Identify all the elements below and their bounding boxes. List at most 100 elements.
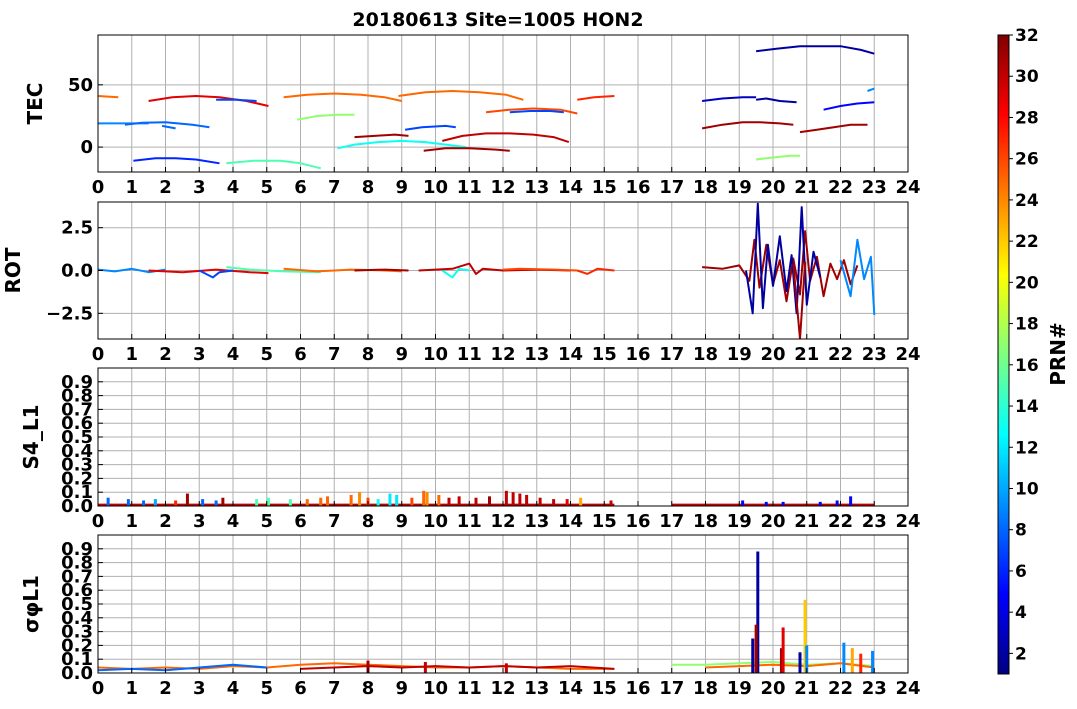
series-prn-5 xyxy=(823,101,875,111)
x-tick-label: 9 xyxy=(395,511,408,532)
series-prn-2 xyxy=(755,97,797,104)
x-tick-label: 16 xyxy=(625,344,650,365)
series-prn-3 xyxy=(701,96,757,102)
x-tick-label: 19 xyxy=(727,177,752,198)
x-tick-label: 3 xyxy=(193,344,206,365)
x-tick-label: 6 xyxy=(294,344,307,365)
series-prn-7 xyxy=(198,269,234,279)
x-tick-label: 17 xyxy=(659,177,684,198)
series-prn-25 xyxy=(98,95,119,99)
x-tick-label: 14 xyxy=(558,344,583,365)
x-tick-label: 20 xyxy=(760,177,785,198)
x-tick-label: 0 xyxy=(92,344,105,365)
data-layer xyxy=(98,45,875,170)
x-tick-label: 23 xyxy=(862,678,887,699)
x-tick-label: 9 xyxy=(395,678,408,699)
x-tick-label: 4 xyxy=(227,511,240,532)
x-tick-label: 11 xyxy=(457,511,482,532)
x-tick-label: 22 xyxy=(828,678,853,699)
x-tick-label: 7 xyxy=(328,344,341,365)
x-tick-label: 18 xyxy=(693,678,718,699)
colorbar-tick-label: 26 xyxy=(1015,150,1039,170)
series-prn-27 xyxy=(577,95,615,101)
colorbar-tick-label: 4 xyxy=(1015,603,1027,623)
series-prn-27 xyxy=(576,267,615,275)
x-tick-label: 24 xyxy=(895,344,920,365)
data-layer xyxy=(98,202,876,339)
colorbar-tick-label: 8 xyxy=(1015,521,1027,541)
x-tick-label: 5 xyxy=(260,511,273,532)
x-tick-label: 19 xyxy=(727,678,752,699)
x-tick-label: 3 xyxy=(193,678,206,699)
x-tick-label: 16 xyxy=(625,511,650,532)
series-prn-31 xyxy=(799,123,868,134)
x-tick-label: 10 xyxy=(423,177,448,198)
y-axis-label: S4_L1 xyxy=(19,405,43,470)
x-tick-label: 7 xyxy=(328,177,341,198)
x-tick-label: 17 xyxy=(659,678,684,699)
x-tick-label: 1 xyxy=(125,511,138,532)
colorbar-tick-label: 30 xyxy=(1015,67,1039,87)
series-prn-25 xyxy=(398,90,524,101)
x-tick-label: 0 xyxy=(92,177,105,198)
series-prn-31 xyxy=(354,268,409,272)
x-tick-label: 0 xyxy=(92,511,105,532)
y-tick-label: 0.9 xyxy=(61,539,93,560)
x-tick-label: 20 xyxy=(760,678,785,699)
x-tick-label: 7 xyxy=(328,511,341,532)
data-layer xyxy=(98,551,875,673)
x-tick-label: 15 xyxy=(592,511,617,532)
grid xyxy=(97,535,909,674)
x-tick-label: 6 xyxy=(294,177,307,198)
x-tick-label: 15 xyxy=(592,177,617,198)
colorbar-tick-label: 20 xyxy=(1015,273,1039,293)
x-tick-label: 4 xyxy=(227,344,240,365)
x-tick-label: 14 xyxy=(558,678,583,699)
series-prn-31 xyxy=(354,133,409,139)
x-tick-label: 13 xyxy=(524,678,549,699)
series-prn-25 xyxy=(283,92,403,102)
colorbar: 2468101214161820222426283032PRN# xyxy=(997,26,1070,675)
data-layer xyxy=(98,490,875,506)
series-prn-30 xyxy=(442,132,570,144)
chart-title: 20180613 Site=1005 HON2 xyxy=(352,9,643,31)
colorbar-tick-label: 2 xyxy=(1015,644,1027,664)
series-prn-31 xyxy=(423,147,510,152)
y-tick-label: 2.5 xyxy=(61,218,93,239)
colorbar-tick-label: 6 xyxy=(1015,562,1027,582)
x-tick-label: 2 xyxy=(159,511,172,532)
y-axis-label: σφL1 xyxy=(19,575,43,633)
y-axis-label: TEC xyxy=(23,83,47,125)
y-axis-label: ROT xyxy=(1,247,25,293)
x-tick-label: 23 xyxy=(862,511,887,532)
x-tick-label: 20 xyxy=(760,511,785,532)
x-tick-label: 20 xyxy=(760,344,785,365)
x-tick-label: 13 xyxy=(524,511,549,532)
x-tick-label: 12 xyxy=(490,511,515,532)
colorbar-tick-label: 16 xyxy=(1015,356,1039,376)
x-tick-label: 4 xyxy=(227,177,240,198)
y-ticks: −2.5 0.0 2.5 xyxy=(46,218,103,324)
x-tick-label: 17 xyxy=(659,511,684,532)
x-tick-label: 19 xyxy=(727,344,752,365)
series-prn-15 xyxy=(226,159,322,170)
colorbar-tick-label: 10 xyxy=(1015,479,1039,499)
x-tick-label: 10 xyxy=(423,678,448,699)
x-tick-label: 21 xyxy=(794,511,819,532)
x-tick-label: 14 xyxy=(558,177,583,198)
x-tick-label: 4 xyxy=(227,678,240,699)
series-prn-2 xyxy=(755,45,875,55)
x-tick-label: 7 xyxy=(328,678,341,699)
x-tick-label: 0 xyxy=(92,678,105,699)
x-tick-label: 2 xyxy=(159,344,172,365)
x-tick-label: 1 xyxy=(125,344,138,365)
x-tick-label: 3 xyxy=(193,177,206,198)
x-tick-label: 12 xyxy=(490,344,515,365)
x-tick-label: 14 xyxy=(558,511,583,532)
y-tick-label: −2.5 xyxy=(46,303,93,324)
x-tick-label: 8 xyxy=(362,344,375,365)
panel-s4_l1: 0 1 2 3 4 5 6 7 8 9 10 11 12 13 14 15 16 17 18 19 20 21 22 23 24… xyxy=(19,367,921,532)
x-tick-label: 6 xyxy=(294,678,307,699)
x-tick-label: 11 xyxy=(457,678,482,699)
x-tick-label: 11 xyxy=(457,177,482,198)
